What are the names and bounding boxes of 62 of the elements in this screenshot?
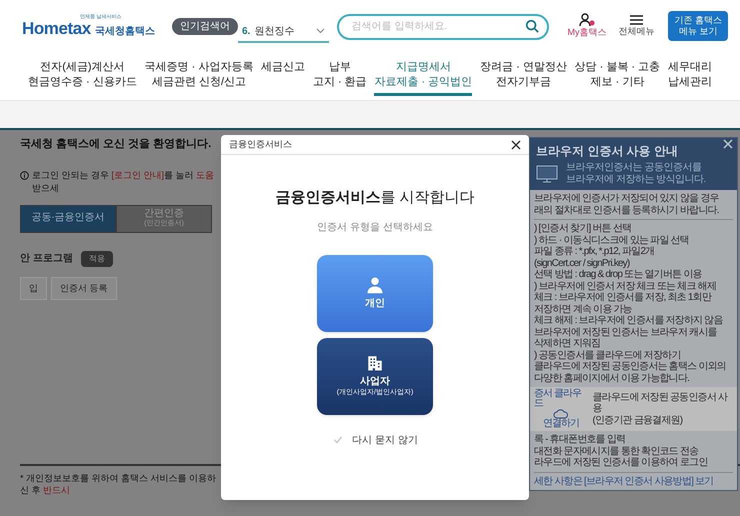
all-menu-button[interactable]: 전체메뉴	[618, 14, 654, 38]
panel-title: 브라우저 인증서 사용 안내	[536, 143, 680, 160]
panel-note: 브라우저에 인증서가 저장되어 있지 않을 경우 래의 절차대로 인증서를 등록하시기 바랍니다.	[534, 190, 733, 220]
panel-intro: 브라우저인증서는 공동인증서를 브라우저에 저장하는 방식입니다.	[566, 162, 706, 186]
nav-menu-item[interactable]: 세금신고	[261, 60, 306, 81]
welcome-text: 국세청 홈택스에 오신 것을 환영합니다.	[20, 137, 212, 152]
user-icon	[578, 13, 595, 28]
login-method-tab[interactable]: 공동·금융인증서	[20, 204, 116, 232]
person-icon	[366, 276, 384, 294]
guide-step-text: ) 하드 · 이동식디스크에 있는 파일 선택	[534, 234, 690, 246]
popular-search-badge: 인기검색어	[172, 18, 238, 34]
program-label: 안 프로그램	[20, 252, 73, 266]
monitor-icon	[536, 165, 558, 183]
chevron-down-icon	[316, 28, 326, 34]
individual-option-button[interactable]: 개인	[317, 254, 433, 332]
login-notice: 로그인 안되는 경우 [로그인 안내]를 눌러 도움 받으세	[32, 168, 216, 194]
nav-menu-item[interactable]: 장려금 · 연말정산 전자기부금	[480, 60, 567, 96]
guide-step-text: ) 브라우저에 인증서 저장 체크 또는 체크 해제	[534, 280, 717, 292]
legacy-menu-button[interactable]: 기존 홈택스 메뉴 보기	[668, 10, 728, 42]
dialog-heading: 금융인증서비스를 시작합니다	[275, 188, 475, 208]
nav-menu-item[interactable]: 전자(세금)계산서 현금영수증 · 신용카드	[28, 60, 137, 96]
menu-icon	[630, 14, 643, 26]
dialog-subtitle: 인증서 유형을 선택하세요	[317, 220, 433, 234]
guide-step-text: 체크 해제 : 브라우저에 인증서를 저장하지 않음	[534, 315, 724, 326]
guide-step-text: 라우드에 저장된 인증서를 이용하여 로그인	[534, 457, 709, 468]
cloud-icon	[553, 409, 570, 419]
guide-step-text: ) [인증서 찾기] 버튼 선택	[534, 223, 632, 234]
building-icon	[366, 354, 384, 372]
register-cert-button[interactable]: 인증서 등록	[51, 276, 117, 300]
cloud-connect-button[interactable]: 증서 클라우드 연결하기	[534, 389, 588, 429]
guide-step-text: 체크 : 브라우저에 인증서를 저장, 최초 1회만	[534, 292, 712, 304]
popular-term-select[interactable]: 6. 원천징수	[238, 21, 330, 43]
privacy-footnote: * 개인정보보호를 위하여 홈택스 서비스를 이용하신 후 반드시	[20, 472, 218, 496]
guide-step-text: 브라우저에 저장된 인증서는 브라우저 캐시를	[534, 326, 718, 338]
guide-step-text: 선택 방법 : drag & drop 또는 열기버튼 이용	[534, 269, 703, 280]
guide-step-text: 파일 종류 : *.pfx, *.p12, 파일2개	[534, 246, 656, 258]
search-field[interactable]: 검색어를 입력하세요.	[337, 14, 550, 40]
logo-org-name: 국세청홈택스	[94, 27, 155, 37]
nav-menu-item[interactable]: 납부 고지 · 환급	[312, 60, 367, 96]
info-icon	[20, 170, 29, 180]
nav-menu-item[interactable]: 지급명세서 자료제출 · 공익법인	[374, 60, 472, 96]
my-hometax-button[interactable]: My홈택스	[567, 13, 606, 39]
close-icon[interactable]	[511, 140, 521, 150]
nav-menu-item[interactable]: 세무대리 납세관리	[668, 60, 712, 96]
logo-wordmark: Hometax	[22, 20, 91, 37]
dialog-title: 금융인증서비스	[229, 138, 292, 151]
cloud-description: 클라우드에 저장된 공동인증서 사용 (인증기관 금융결제원)	[592, 392, 729, 426]
dont-ask-label: 다시 묻지 않기	[352, 434, 418, 448]
usage-guide-link[interactable]: 세한 사항은 [브라우저 인증서 사용방법] 보기	[534, 472, 733, 490]
guide-step-text: 다양한 홈페이지에서 이용 가능합니다.	[534, 372, 690, 384]
guide-step-text: (signCert.cer / signPri.key)	[534, 258, 630, 269]
nav-menu-item[interactable]: 상담 · 불복 · 고충 제보 · 기타	[574, 60, 660, 96]
guide-step-text: 대전화 문자메시지를 통한 확인코드 전송	[534, 446, 700, 457]
guide-step-text: 클라우드에 저장된 공동인증서는 홈택스 이외의	[534, 361, 727, 372]
apply-button[interactable]: 적용	[80, 250, 113, 266]
search-icon[interactable]	[525, 19, 540, 33]
guide-step-text: 저장하면 계속 이용 가능	[534, 304, 633, 315]
nav-menu-item[interactable]: 국세증명 · 사업자등록 세금관련 신청/신고	[144, 60, 254, 96]
guide-step-text: ) 공동인증서를 클라우드에 저장하기	[534, 350, 682, 361]
partial-button[interactable]: 입	[20, 276, 47, 300]
guide-step-text: 삭제하면 지워짐	[534, 338, 602, 350]
guide-step-text: 록 - 휴대폰번호를 입력	[534, 434, 626, 446]
